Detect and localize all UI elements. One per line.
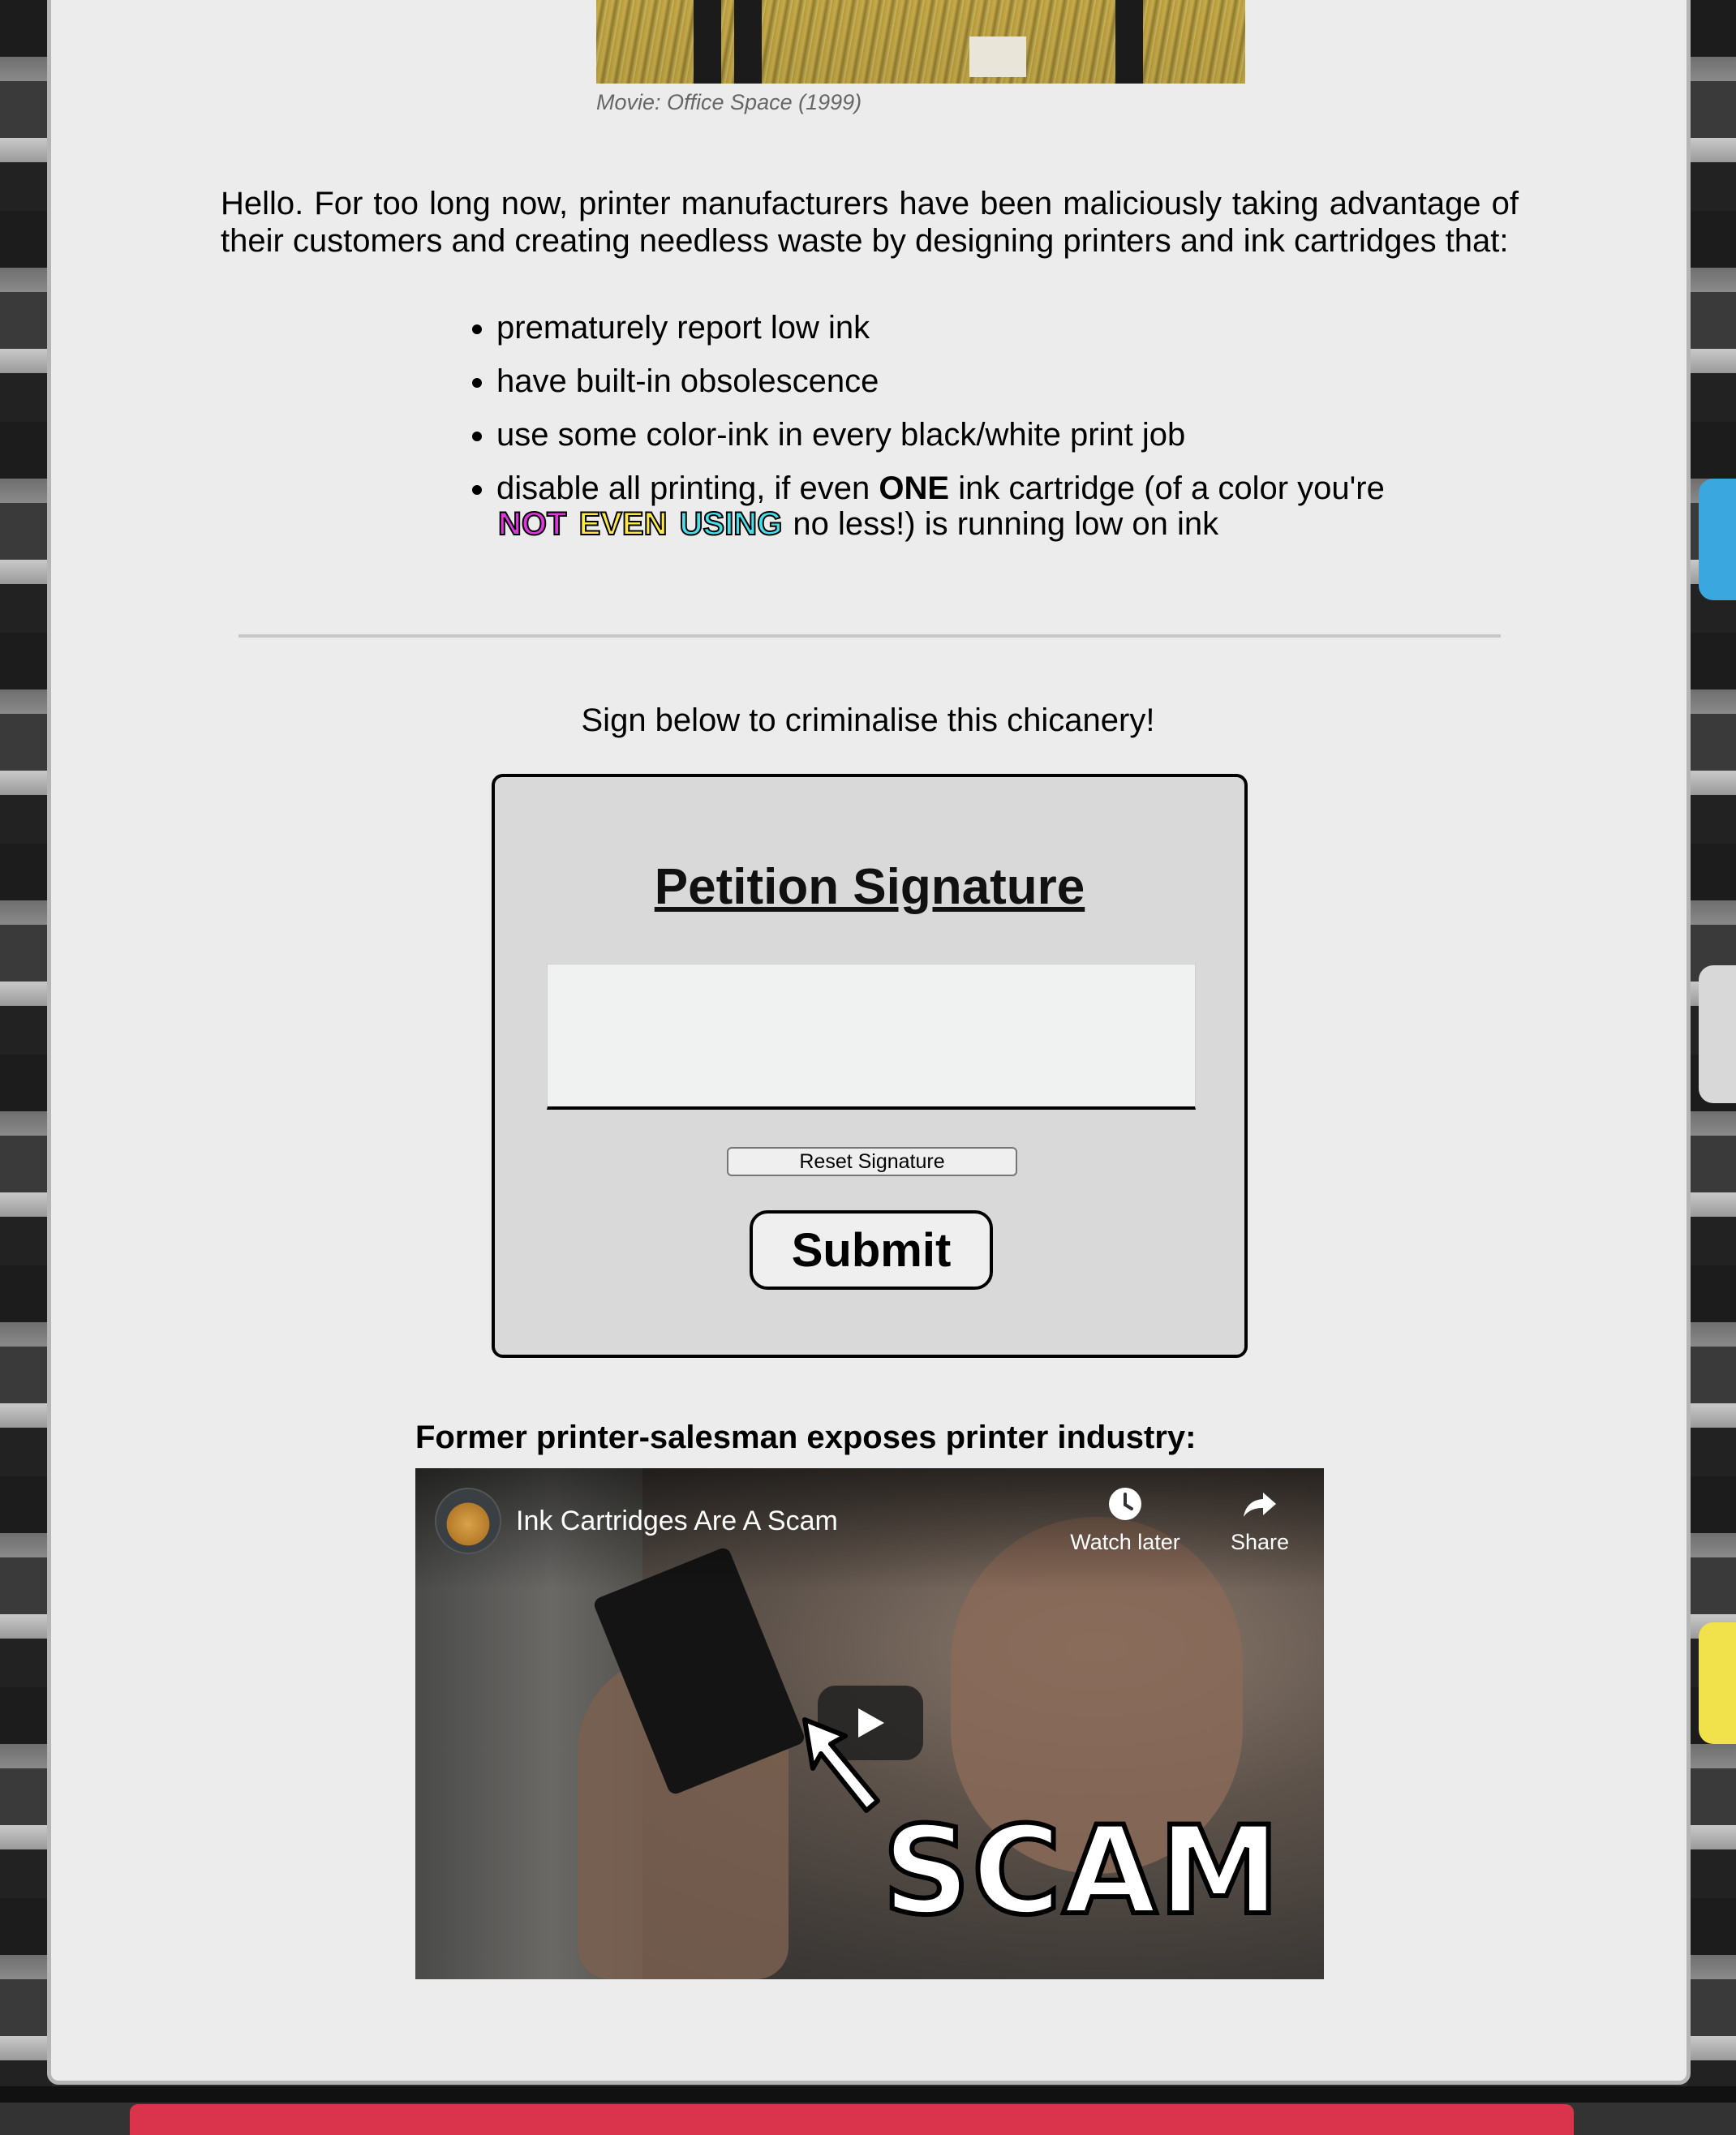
video-title[interactable]: Ink Cartridges Are A Scam bbox=[516, 1506, 838, 1537]
image-caption: Movie: Office Space (1999) bbox=[596, 90, 862, 114]
highlight-even: EVEN bbox=[578, 505, 668, 543]
watch-later-button[interactable]: Watch later bbox=[1064, 1486, 1186, 1555]
intro-paragraph: Hello. For too long now, printer manufac… bbox=[221, 186, 1519, 259]
video-heading: Former printer-salesman exposes printer … bbox=[415, 1420, 1197, 1455]
list-item: use some color-ink in every black/white … bbox=[496, 417, 1405, 453]
complaint-list: prematurely report low ink have built-in… bbox=[448, 310, 1405, 560]
background-cartridge-white bbox=[1699, 965, 1736, 1103]
clock-icon bbox=[1109, 1488, 1141, 1520]
office-space-image bbox=[596, 0, 1245, 84]
background-printer-left bbox=[0, 0, 52, 2135]
list-item: have built-in obsolescence bbox=[496, 363, 1405, 399]
submit-button[interactable]: Submit bbox=[750, 1210, 993, 1290]
channel-avatar[interactable] bbox=[435, 1488, 501, 1554]
highlight-using: USING bbox=[679, 505, 784, 543]
sign-prompt: Sign below to criminalise this chicanery… bbox=[581, 702, 1155, 738]
share-button[interactable]: Share bbox=[1215, 1486, 1304, 1555]
petition-title: Petition Signature bbox=[654, 859, 1085, 915]
background-cartridge-cyan bbox=[1699, 479, 1736, 600]
background-printer-bottom bbox=[0, 2086, 1736, 2135]
youtube-video-embed[interactable]: Ink Cartridges Are A Scam Watch later Sh… bbox=[415, 1468, 1324, 1979]
background-cartridge-yellow bbox=[1699, 1622, 1736, 1744]
reset-signature-button[interactable]: Reset Signature bbox=[727, 1147, 1017, 1176]
thumbnail-scam-text: SCAM bbox=[880, 1798, 1282, 1944]
petition-form: Petition Signature Reset Signature Submi… bbox=[492, 774, 1248, 1358]
emphasis-one: ONE bbox=[879, 470, 950, 506]
list-item: prematurely report low ink bbox=[496, 310, 1405, 346]
signature-pad[interactable] bbox=[547, 964, 1196, 1110]
highlight-not: NOT bbox=[497, 505, 567, 543]
share-arrow-icon bbox=[1244, 1493, 1276, 1517]
list-item: disable all printing, if even ONE ink ca… bbox=[496, 470, 1405, 543]
section-divider bbox=[238, 634, 1501, 638]
